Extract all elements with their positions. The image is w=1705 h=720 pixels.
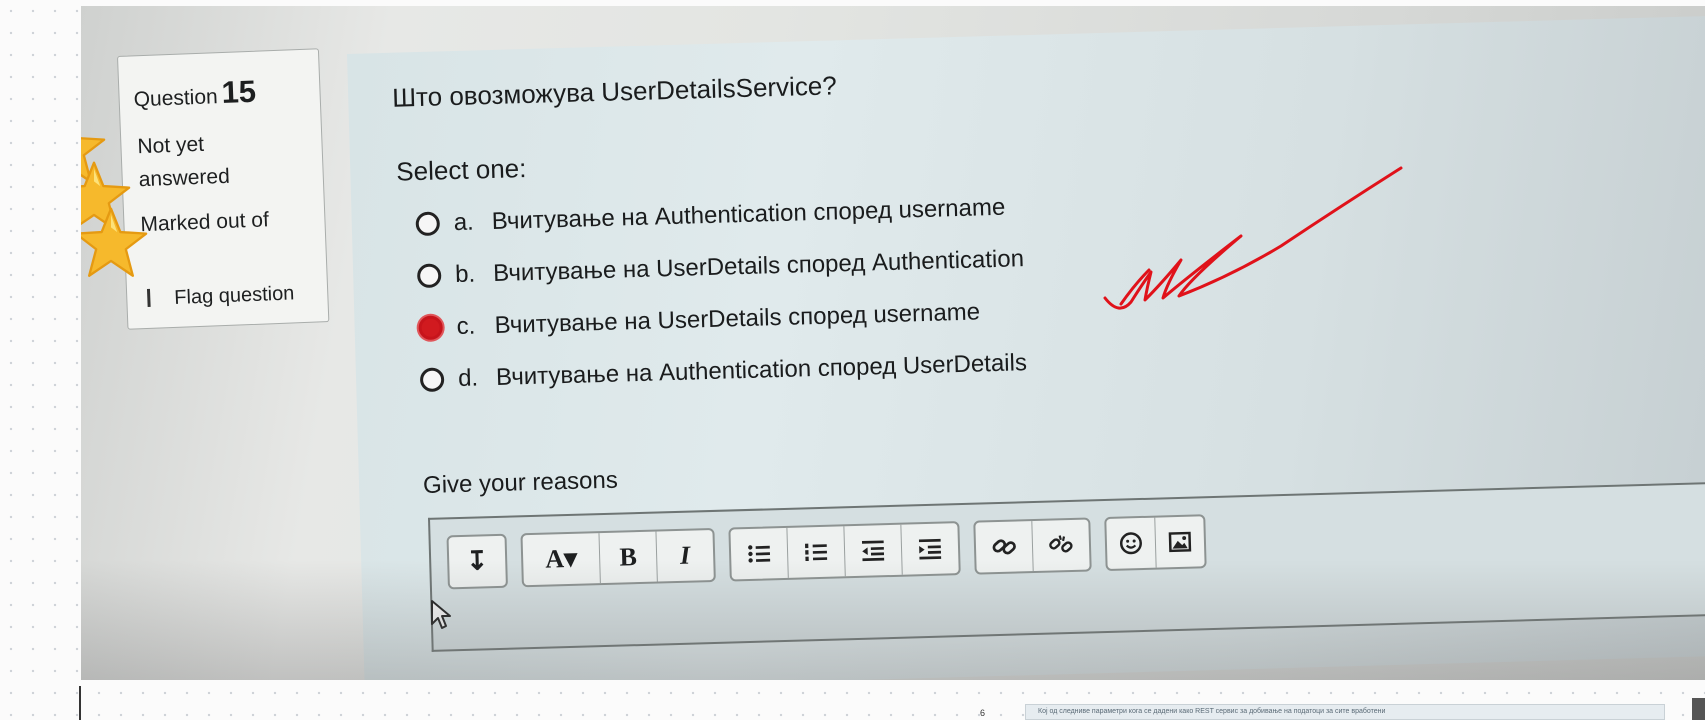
select-one-label: Select one: <box>395 153 527 187</box>
star-sticker-icon <box>81 207 148 277</box>
numbered-list-button[interactable] <box>787 526 846 578</box>
answer-options: a. Вчитување на Authentication според us… <box>415 181 1028 406</box>
question-text: Што овозможува UserDetailsService? <box>391 70 838 113</box>
unlink-icon <box>1049 535 1073 553</box>
radio-icon[interactable] <box>415 211 441 237</box>
status-line-1: Not yet <box>137 132 205 159</box>
option-letter: d. <box>457 364 479 393</box>
toolbar-group-expand: ↧ <box>446 533 508 590</box>
link-icon <box>992 539 1016 555</box>
indent-icon <box>918 538 942 560</box>
question-number-value: 15 <box>220 73 257 111</box>
next-question-preview: Кој од следниве параметри кога се дадени… <box>1025 704 1665 720</box>
emoticon-button[interactable] <box>1106 517 1157 569</box>
question-status: Not yet answered <box>137 127 231 196</box>
option-text: Вчитување на UserDetails според Authenti… <box>492 245 1025 287</box>
next-page-number: 6 <box>980 708 986 718</box>
flag-question-label: Flag question <box>173 282 295 309</box>
insert-image-button[interactable] <box>1155 516 1204 567</box>
unlink-button[interactable] <box>1032 519 1089 571</box>
flag-icon <box>146 288 163 308</box>
option-text: Вчитување на Authentication според UserD… <box>495 349 1028 391</box>
give-reasons-label: Give your reasons <box>422 466 619 500</box>
scroll-corner <box>1692 698 1705 720</box>
toolbar-group-media <box>1104 514 1207 572</box>
radio-icon[interactable] <box>419 367 445 393</box>
insert-link-button[interactable] <box>975 521 1034 573</box>
question-info-card: Question15 Not yet answered Marked out o… <box>117 48 330 330</box>
bullet-list-button[interactable] <box>730 527 789 580</box>
numbered-list-icon <box>805 543 828 562</box>
indent-button[interactable] <box>901 523 958 575</box>
marked-out-of: Marked out of <box>140 203 270 241</box>
bullet-list-icon <box>748 545 771 563</box>
flag-question-link[interactable]: Flag question <box>146 282 295 311</box>
question-content-panel: Што овозможува UserDetailsService? Selec… <box>347 14 1705 680</box>
outdent-button[interactable] <box>844 524 903 577</box>
editor-toolbar: ↧ A▾ B I <box>446 514 1207 590</box>
page-divider <box>79 686 81 720</box>
option-letter: c. <box>456 312 476 341</box>
radio-icon[interactable] <box>416 263 442 289</box>
option-letter: b. <box>454 260 476 289</box>
option-text: Вчитување на Authentication според usern… <box>491 193 1006 236</box>
smiley-icon <box>1119 532 1142 555</box>
toolbar-group-lists <box>728 521 961 582</box>
status-line-2: answered <box>138 164 231 192</box>
italic-button[interactable]: I <box>656 530 713 582</box>
red-pen-checkmark-annotation <box>1103 166 1403 310</box>
reasons-editor[interactable]: ↧ A▾ B I <box>427 479 1705 652</box>
toolbar-group-format: A▾ B I <box>520 527 716 588</box>
mouse-pointer-icon <box>431 600 451 629</box>
radio-selected-icon[interactable] <box>418 315 444 341</box>
question-label: Question <box>133 85 219 112</box>
toolbar-group-links <box>973 517 1092 575</box>
option-text: Вчитување на UserDetails според username <box>494 298 981 339</box>
font-style-button[interactable]: A▾ <box>522 533 601 586</box>
bold-button[interactable]: B <box>599 531 658 584</box>
question-number: Question15 <box>133 74 257 115</box>
image-icon <box>1168 531 1192 553</box>
marked-line-1: Marked out of <box>140 208 270 237</box>
expand-toolbar-button[interactable]: ↧ <box>449 536 506 588</box>
photo-of-screen: Question15 Not yet answered Marked out o… <box>81 6 1705 680</box>
option-letter: a. <box>453 208 475 237</box>
outdent-icon <box>861 540 885 562</box>
